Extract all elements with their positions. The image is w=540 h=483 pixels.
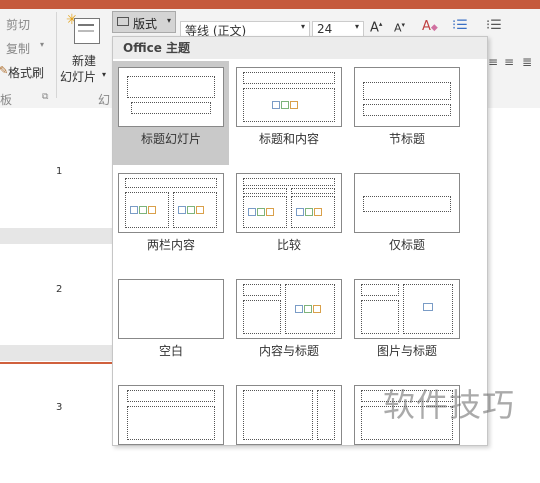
- layout-vertical-text[interactable]: [113, 379, 229, 483]
- layout-thumbnail: [118, 385, 224, 445]
- layout-comparison[interactable]: 比较: [231, 167, 347, 271]
- font-size-value: 24: [317, 22, 333, 36]
- layout-label: 仅标题: [388, 238, 425, 252]
- new-slide-icon: ✳: [66, 12, 100, 44]
- watermark: 软件技巧: [383, 386, 516, 424]
- content-icons: [130, 203, 164, 217]
- layout-label: 图片与标题: [376, 344, 437, 358]
- slide-number: 2: [56, 284, 63, 295]
- layout-label: 节标题: [388, 132, 425, 146]
- chevron-down-icon: ▾: [102, 70, 107, 79]
- layout-picture-caption[interactable]: 图片与标题: [349, 273, 465, 377]
- format-painter-label: 格式刷: [8, 66, 45, 80]
- chevron-down-icon: ▾: [167, 16, 172, 25]
- content-icons: [296, 205, 330, 219]
- layout-thumbnail: [236, 67, 342, 127]
- new-slide-label-1: 新建: [72, 54, 97, 68]
- font-name-select[interactable]: 等线 (正文) ▾: [180, 21, 310, 37]
- layout-thumbnail: [354, 67, 460, 127]
- slides-pane: [0, 108, 112, 444]
- layout-label: 比较: [276, 238, 301, 252]
- layout-label: 两栏内容: [146, 238, 195, 252]
- layout-title-content[interactable]: 标题和内容: [231, 61, 347, 165]
- layout-blank[interactable]: 空白: [113, 273, 229, 377]
- slide-separator: [0, 228, 112, 244]
- dialog-launcher-icon[interactable]: ⧉: [42, 92, 48, 102]
- layout-thumbnail: [236, 173, 342, 233]
- bullets-icon[interactable]: ⁝☰: [452, 18, 468, 33]
- layout-label: 内容与标题: [258, 344, 319, 358]
- clear-format-icon[interactable]: A◆: [422, 19, 438, 34]
- layout-thumbnail: [118, 173, 224, 233]
- layout-thumbnail: [354, 173, 460, 233]
- align-right-icon[interactable]: ≡: [504, 55, 514, 69]
- layout-vertical-title[interactable]: [231, 379, 347, 483]
- layout-thumbnail: [354, 279, 460, 339]
- layout-thumbnail: [236, 385, 342, 445]
- group-divider: [56, 12, 57, 98]
- content-icons: [248, 205, 282, 219]
- layout-icon: [117, 17, 129, 26]
- layout-button[interactable]: 版式 ▾: [112, 11, 176, 33]
- layout-thumbnail: [236, 279, 342, 339]
- font-name-value: 等线 (正文): [185, 24, 247, 37]
- layout-label: 标题幻灯片: [140, 132, 201, 146]
- slide-number: 3: [56, 402, 63, 413]
- align-center-icon[interactable]: ≡: [488, 55, 498, 69]
- numbering-icon[interactable]: ⁝☰: [486, 18, 502, 33]
- chevron-down-icon: ▾: [355, 22, 360, 31]
- content-icons: [178, 203, 212, 217]
- content-icons: [295, 302, 329, 316]
- content-icons: [272, 98, 306, 112]
- format-painter-button[interactable]: ✎ 格式刷: [0, 62, 60, 80]
- slide-number: 1: [56, 166, 63, 177]
- layout-label: 版式: [133, 17, 158, 31]
- layout-content-caption[interactable]: 内容与标题: [231, 273, 347, 377]
- clipboard-group-label: 板: [0, 93, 13, 107]
- new-slide-label-2: 幻灯片: [60, 70, 97, 84]
- layout-thumbnail: [118, 279, 224, 339]
- layout-thumbnail: [118, 67, 224, 127]
- slides-group-label: 幻: [98, 93, 111, 107]
- layout-label: 空白: [158, 344, 183, 358]
- layout-two-content[interactable]: 两栏内容: [113, 167, 229, 271]
- title-bar-accent: [0, 0, 540, 9]
- increase-font-icon[interactable]: A▴: [370, 20, 382, 35]
- layout-label: 标题和内容: [258, 132, 319, 146]
- cut-button[interactable]: 剪切: [0, 14, 60, 32]
- brush-icon: ✎: [0, 64, 9, 77]
- decrease-font-icon[interactable]: A▾: [394, 21, 405, 35]
- chevron-down-icon: ▾: [301, 22, 306, 31]
- layout-title-only[interactable]: 仅标题: [349, 167, 465, 271]
- layout-title-slide[interactable]: 标题幻灯片: [113, 61, 229, 165]
- copy-button[interactable]: 复制 ▾: [0, 38, 60, 56]
- copy-label: 复制: [6, 42, 31, 56]
- cut-label: 剪切: [6, 18, 31, 32]
- layout-section-header[interactable]: 节标题: [349, 61, 465, 165]
- font-size-select[interactable]: 24 ▾: [312, 21, 364, 37]
- gallery-header: Office 主题: [113, 37, 487, 59]
- slide-separator: [0, 345, 112, 361]
- accent-stripe: [0, 362, 112, 364]
- chevron-down-icon: ▾: [40, 40, 45, 49]
- justify-icon[interactable]: ≣: [522, 55, 532, 69]
- new-slide-button[interactable]: ✳ 新建 幻灯片 ▾: [58, 12, 108, 90]
- picture-icon: [423, 303, 433, 311]
